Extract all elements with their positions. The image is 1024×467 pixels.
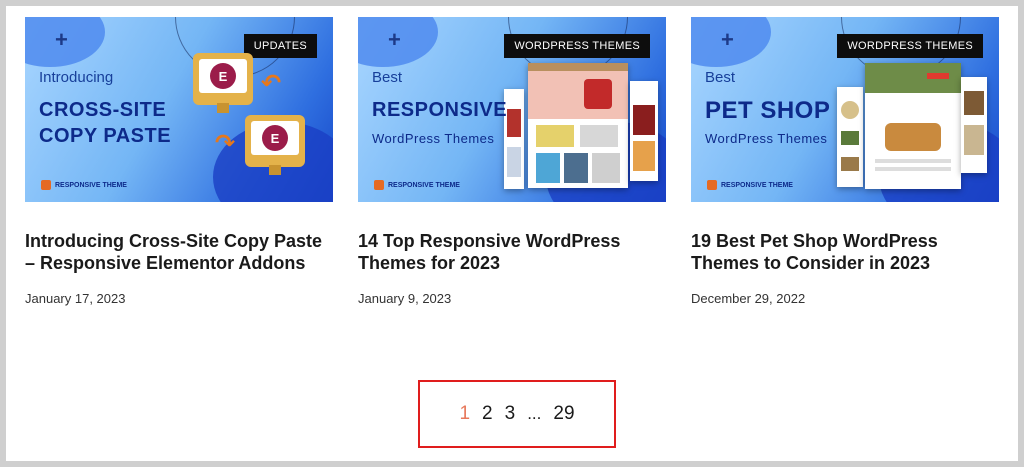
- category-badge[interactable]: WORDPRESS THEMES: [504, 34, 650, 58]
- plus-icon: +: [721, 27, 734, 52]
- post-title[interactable]: 14 Top Responsive WordPress Themes for 2…: [358, 230, 666, 274]
- page-link-current[interactable]: 1: [459, 403, 470, 425]
- category-badge[interactable]: WORDPRESS THEMES: [837, 34, 983, 58]
- post-thumbnail[interactable]: + WORDPRESS THEMES Best PET SHOP WordPre…: [691, 17, 999, 202]
- thumb-text: WordPress Themes: [705, 131, 828, 146]
- post-thumbnail[interactable]: + UPDATES Introducing CROSS-SITE COPY PA…: [25, 17, 333, 202]
- thumb-text: Best: [372, 69, 403, 86]
- page-link[interactable]: 2: [482, 403, 493, 425]
- thumb-text: CROSS-SITE: [39, 99, 167, 121]
- post-date: January 17, 2023: [25, 291, 126, 306]
- thumb-text: WordPress Themes: [372, 131, 495, 146]
- brand-logo: RESPONSIVE THEME: [41, 180, 127, 190]
- theme-preview-image: [865, 63, 961, 189]
- thumb-text: Introducing: [39, 69, 114, 86]
- theme-preview-image: [837, 87, 863, 187]
- curved-arrow-icon: ↷: [215, 130, 236, 157]
- thumb-text: RESPONSIVE: [372, 99, 508, 121]
- post-card[interactable]: + UPDATES Introducing CROSS-SITE COPY PA…: [25, 17, 333, 306]
- post-thumbnail[interactable]: + WORDPRESS THEMES Best RESPONSIVE WordP…: [358, 17, 666, 202]
- theme-preview-image: [961, 77, 987, 173]
- post-title[interactable]: Introducing Cross-Site Copy Paste – Resp…: [25, 230, 333, 274]
- post-title[interactable]: 19 Best Pet Shop WordPress Themes to Con…: [691, 230, 999, 274]
- elementor-logo-icon: E: [262, 125, 288, 151]
- theme-preview-image: [528, 63, 628, 188]
- brand-logo: RESPONSIVE THEME: [707, 180, 793, 190]
- curved-arrow-icon: ↶: [261, 70, 282, 97]
- post-date: January 9, 2023: [358, 291, 452, 306]
- thumb-text: Best: [705, 69, 736, 86]
- page-link-last[interactable]: 29: [553, 403, 574, 425]
- theme-preview-image: [630, 81, 658, 181]
- thumb-text: PET SHOP: [705, 97, 831, 124]
- post-card[interactable]: + WORDPRESS THEMES Best RESPONSIVE WordP…: [358, 17, 666, 306]
- category-badge[interactable]: UPDATES: [243, 34, 317, 58]
- pagination-ellipsis: ...: [527, 404, 542, 423]
- brand-logo: RESPONSIVE THEME: [374, 180, 460, 190]
- monitor-icon: E: [245, 115, 305, 175]
- plus-icon: +: [388, 27, 401, 52]
- elementor-logo-icon: E: [210, 63, 236, 89]
- pagination: 1 2 3 ... 29: [418, 380, 616, 448]
- page-link[interactable]: 3: [505, 403, 516, 425]
- thumb-text: COPY PASTE: [39, 125, 172, 147]
- plus-icon: +: [55, 27, 68, 52]
- page-frame: + UPDATES Introducing CROSS-SITE COPY PA…: [0, 0, 1024, 467]
- post-date: December 29, 2022: [691, 291, 806, 306]
- post-card[interactable]: + WORDPRESS THEMES Best PET SHOP WordPre…: [691, 17, 999, 306]
- monitor-icon: E: [193, 53, 253, 113]
